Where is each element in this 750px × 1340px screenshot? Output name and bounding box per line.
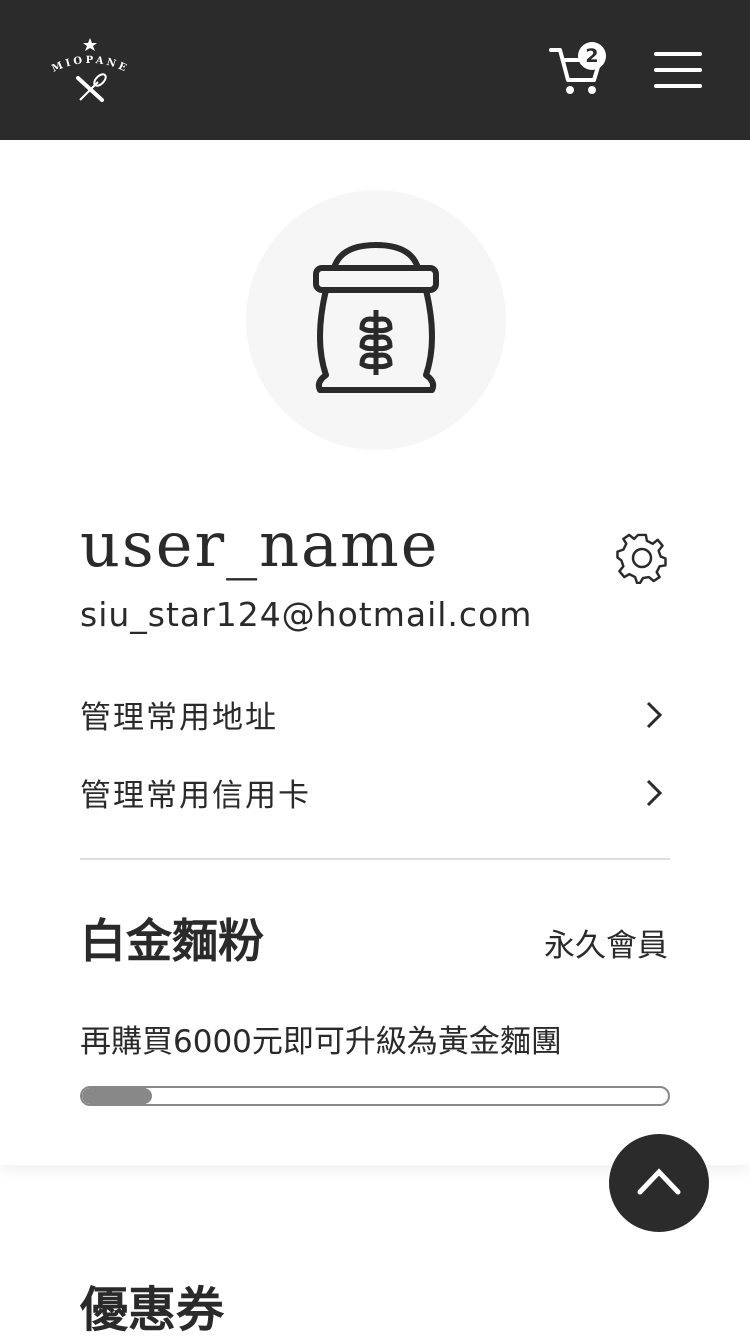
flour-sack-icon [313,241,439,393]
hamburger-menu-icon[interactable] [654,52,702,88]
link-label: 管理常用地址 [80,700,278,736]
cart-count-badge: 2 [578,42,606,70]
upgrade-hint: 再購買6000元即可升級為黃金麵團 [80,1024,562,1060]
avatar [246,190,506,450]
chevron-up-icon [637,1168,681,1195]
svg-text:MIOPANE: MIOPANE [50,55,130,75]
chevron-right-icon [646,779,663,807]
coupons-heading: 優惠券 [80,1282,225,1338]
username: user_name [80,508,440,581]
miopane-logo[interactable]: MIOPANE [40,34,140,104]
scroll-to-top-button[interactable] [609,1134,709,1232]
progress-fill [82,1088,153,1104]
top-nav-bar: MIOPANE 2 [0,0,750,140]
membership-type: 永久會員 [544,928,668,964]
chevron-right-icon [646,701,663,729]
divider [80,858,670,860]
manage-credit-cards-link[interactable]: 管理常用信用卡 [80,770,670,820]
membership-progress-bar [80,1086,670,1106]
user-email: siu_star124@hotmail.com [80,595,533,634]
link-label: 管理常用信用卡 [80,778,311,814]
settings-gear-icon[interactable] [616,532,668,584]
manage-addresses-link[interactable]: 管理常用地址 [80,692,670,742]
membership-tier: 白金麵粉 [80,914,264,968]
